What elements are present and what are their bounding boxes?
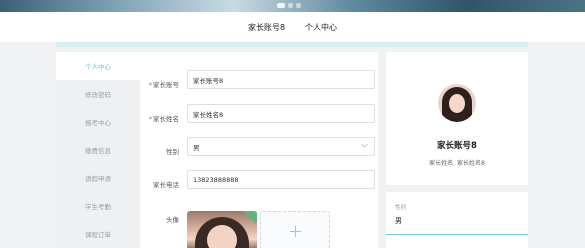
profile-name: 家长账号8 — [437, 141, 477, 151]
account-input[interactable]: 家长账号8 — [187, 70, 375, 89]
gender-select-value: 男 — [193, 143, 200, 152]
phone-input[interactable]: 13823888888 — [187, 170, 375, 189]
chevron-down-icon — [361, 143, 368, 148]
name-input[interactable]: 家长姓名8 — [187, 104, 375, 123]
sidebar-item-change-password[interactable]: 修改密码 — [56, 80, 140, 108]
form-label-account: *家长账号 — [148, 81, 179, 89]
nav-link-account[interactable]: 家长账号8 — [248, 22, 285, 33]
required-mark: * — [148, 81, 152, 89]
carousel-dot[interactable] — [288, 3, 293, 8]
required-mark: * — [148, 115, 152, 123]
sidebar-item-attendance[interactable]: 学生考勤 — [56, 192, 140, 220]
info-gender-value: 男 — [395, 217, 402, 225]
plus-icon — [289, 225, 301, 237]
sidebar-item-exam-registration[interactable]: 报考中心 — [56, 108, 140, 136]
profile-sub-label: 家长姓名 — [429, 160, 454, 167]
form-row-gender: 性别 男 — [140, 137, 378, 156]
form-row-phone: 家长电话 13823888888 — [140, 170, 378, 189]
nav-link-personal-center[interactable]: 个人中心 — [305, 22, 337, 33]
info-card: 性别 男 — [386, 192, 528, 248]
top-nav: 家长账号8 个人中心 — [0, 12, 585, 42]
form-row-account: *家长账号 家长账号8 — [140, 70, 378, 89]
avatar-preview-image[interactable] — [187, 211, 257, 248]
form-label-gender: 性别 — [166, 148, 179, 156]
carousel-dot-active[interactable] — [277, 3, 285, 8]
avatar-add-button[interactable] — [260, 211, 330, 248]
sidebar-item-leave-request[interactable]: 请假申请 — [56, 164, 140, 192]
sidebar-item-payment-info[interactable]: 缴费信息 — [56, 136, 140, 164]
sidebar-item-course-orders[interactable]: 课程订单 — [56, 220, 140, 248]
profile-form: *家长账号 家长账号8 *家长姓名 家长姓名8 性别 男 家长电话 138238… — [140, 52, 378, 248]
profile-subtitle: 家长姓名 家长姓名8 — [386, 158, 528, 167]
sidebar-item-personal-center[interactable]: 个人中心 — [56, 52, 140, 80]
profile-card: 家长账号8 家长姓名 家长姓名8 — [386, 52, 528, 185]
form-label-phone: 家长电话 — [153, 181, 179, 189]
carousel-indicator[interactable] — [277, 3, 301, 8]
gender-select[interactable]: 男 — [187, 137, 375, 156]
avatar — [438, 84, 476, 122]
form-row-name: *家长姓名 家长姓名8 — [140, 104, 378, 123]
nav-divider — [56, 42, 528, 47]
upload-success-badge — [242, 211, 257, 224]
carousel-dot[interactable] — [296, 3, 301, 8]
form-label-avatar: 头像 — [166, 216, 179, 224]
sidebar: 个人中心 修改密码 报考中心 缴费信息 请假申请 学生考勤 课程订单 — [56, 52, 140, 248]
info-gender-label: 性别 — [395, 205, 407, 211]
profile-sub-value: 家长姓名8 — [457, 160, 485, 167]
form-label-name: *家长姓名 — [148, 115, 179, 123]
banner-image — [0, 0, 585, 12]
avatar-upload — [187, 211, 330, 248]
divider — [386, 234, 528, 235]
page: 家长账号8 个人中心 个人中心 修改密码 报考中心 缴费信息 请假申请 学生考勤… — [0, 0, 585, 248]
